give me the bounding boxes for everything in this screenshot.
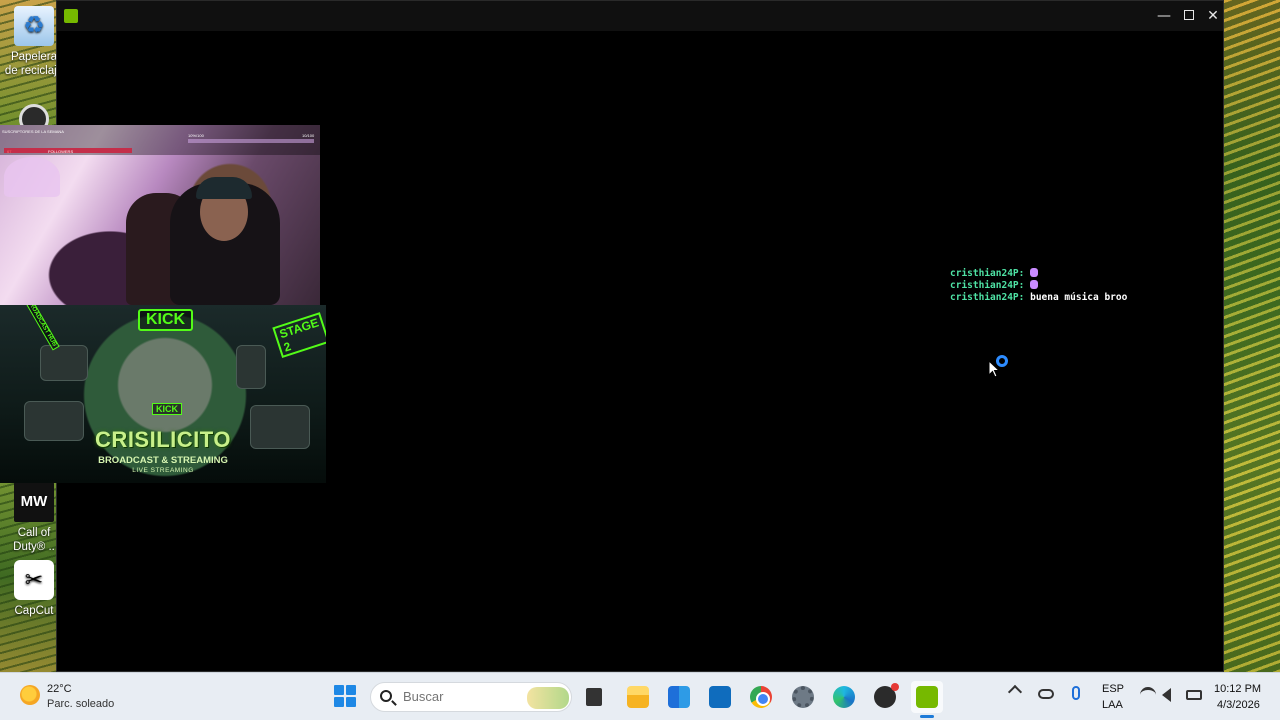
- chat-line: cristhian24P: buena música broo: [950, 292, 1127, 304]
- minimize-button[interactable]: —: [1152, 5, 1176, 27]
- webcam-hud: SUSCRIPTORES DE LA SEMANA 67 FOLLOWERS 1…: [0, 125, 320, 155]
- taskbar-task-view[interactable]: [578, 681, 610, 713]
- close-button[interactable]: ✕: [1201, 5, 1225, 27]
- start-button[interactable]: [334, 685, 356, 707]
- desktop-icon-capcut[interactable]: ✂ CapCut: [4, 560, 64, 618]
- chevron-up-icon[interactable]: [1007, 684, 1023, 700]
- search-box[interactable]: [370, 682, 572, 712]
- sun-icon[interactable]: [20, 685, 40, 705]
- outlook-icon: [709, 686, 731, 708]
- taskbar-store[interactable]: [663, 681, 695, 713]
- lamp: [4, 157, 60, 197]
- camera-prop: [40, 345, 88, 381]
- windows-logo-icon: [346, 685, 356, 695]
- chat-line: cristhian24P:: [950, 268, 1127, 280]
- weather-description[interactable]: Parc. soleado: [47, 698, 114, 710]
- maximize-icon: [1184, 10, 1194, 20]
- store-icon: [668, 686, 690, 708]
- taskbar-settings[interactable]: [787, 681, 819, 713]
- hud-followers-label: FOLLOWERS: [48, 149, 74, 154]
- chat-overlay: cristhian24P: cristhian24P: cristhian24P…: [950, 268, 1127, 304]
- taskbar-chrome[interactable]: [745, 681, 777, 713]
- hud-subs-label: SUSCRIPTORES DE LA SEMANA: [2, 129, 64, 134]
- language-indicator[interactable]: ESP: [1102, 683, 1124, 695]
- clock-date[interactable]: 4/3/2026: [1217, 699, 1260, 711]
- taskbar: 22°C Parc. soleado ESP LAA 10:12 PM 4/3/…: [0, 672, 1280, 720]
- webcam-preview[interactable]: SUSCRIPTORES DE LA SEMANA 67 FOLLOWERS 1…: [0, 125, 320, 305]
- maximize-button[interactable]: [1177, 5, 1201, 27]
- taskbar-edge[interactable]: [828, 681, 860, 713]
- stage-sign: STAGE 2: [272, 311, 326, 359]
- taskbar-outlook[interactable]: [704, 681, 736, 713]
- desktop-icon-label: Papelera de reciclaje: [4, 51, 64, 77]
- windows-logo-icon: [346, 697, 356, 707]
- stream-banner[interactable]: KICK KICK STAGE 2 BROADCAST HUB CRISILIC…: [0, 305, 326, 483]
- hud-left-number: 67: [7, 149, 12, 154]
- broadcast-sign: BROADCAST HUB: [23, 305, 60, 351]
- taskbar-file-explorer[interactable]: [622, 681, 654, 713]
- nvidia-icon: [64, 9, 78, 23]
- microphone-icon[interactable]: [1072, 686, 1080, 700]
- window-titlebar[interactable]: — ✕: [57, 1, 1223, 31]
- taskbar-obs[interactable]: [869, 681, 901, 713]
- chat-message: buena música broo: [1030, 292, 1128, 303]
- hud-goal-label: 10%/100: [188, 133, 204, 138]
- clock-time[interactable]: 10:12 PM: [1214, 683, 1261, 695]
- recycle-bin-icon: [14, 6, 54, 46]
- banner-subtitle: BROADCAST & STREAMING: [98, 455, 228, 466]
- banner-title: CRISILICITO: [95, 427, 231, 452]
- desktop-icon-call-of-duty[interactable]: MW Call of Duty® ..: [4, 482, 64, 554]
- goal-bar: [188, 139, 314, 143]
- search-icon: [380, 690, 392, 702]
- chat-username: cristhian24P:: [950, 268, 1025, 279]
- keyboard-layout-indicator[interactable]: LAA: [1102, 699, 1123, 711]
- volume-icon[interactable]: [1162, 688, 1171, 702]
- weather-temperature[interactable]: 22°C: [47, 683, 72, 695]
- windows-logo-icon: [334, 697, 344, 707]
- chat-username: cristhian24P:: [950, 292, 1025, 303]
- capcut-icon: ✂: [14, 560, 54, 600]
- busy-spinner-icon: [996, 355, 1008, 367]
- chrome-icon: [750, 686, 772, 708]
- microphone-prop: [236, 345, 266, 389]
- cloud-icon[interactable]: [1038, 689, 1054, 699]
- desktop-icon-label: Call of Duty® ..: [13, 527, 55, 553]
- active-app-indicator: [920, 715, 934, 718]
- call-of-duty-icon: MW: [14, 482, 54, 522]
- edge-icon: [833, 686, 855, 708]
- desktop-icon-recycle-bin[interactable]: Papelera de reciclaje: [4, 6, 64, 78]
- chat-line: cristhian24P:: [950, 280, 1127, 292]
- settings-icon: [792, 686, 814, 708]
- search-highlight-image: [527, 687, 569, 709]
- chat-username: cristhian24P:: [950, 280, 1025, 291]
- kick-logo-top: KICK: [138, 309, 194, 331]
- wallpaper-strip: [1224, 0, 1280, 672]
- desktop-icon-label: CapCut: [14, 605, 54, 617]
- taskbar-nvidia[interactable]: [911, 681, 943, 713]
- banner-live-label: LIVE STREAMING: [132, 467, 194, 474]
- emote-icon: [1030, 268, 1039, 277]
- file-explorer-icon: [627, 686, 649, 708]
- task-view-icon: [586, 688, 602, 706]
- battery-icon[interactable]: [1186, 690, 1202, 700]
- nvidia-icon: [916, 686, 938, 708]
- streamer-cap: [196, 177, 252, 199]
- obs-icon: [874, 683, 899, 708]
- hud-right-number: 10/100: [302, 133, 315, 138]
- search-input[interactable]: [403, 689, 523, 704]
- windows-logo-icon: [334, 685, 344, 695]
- emote-icon: [1030, 280, 1039, 289]
- kick-logo-mid: KICK: [152, 403, 182, 415]
- wifi-icon[interactable]: [1140, 687, 1156, 703]
